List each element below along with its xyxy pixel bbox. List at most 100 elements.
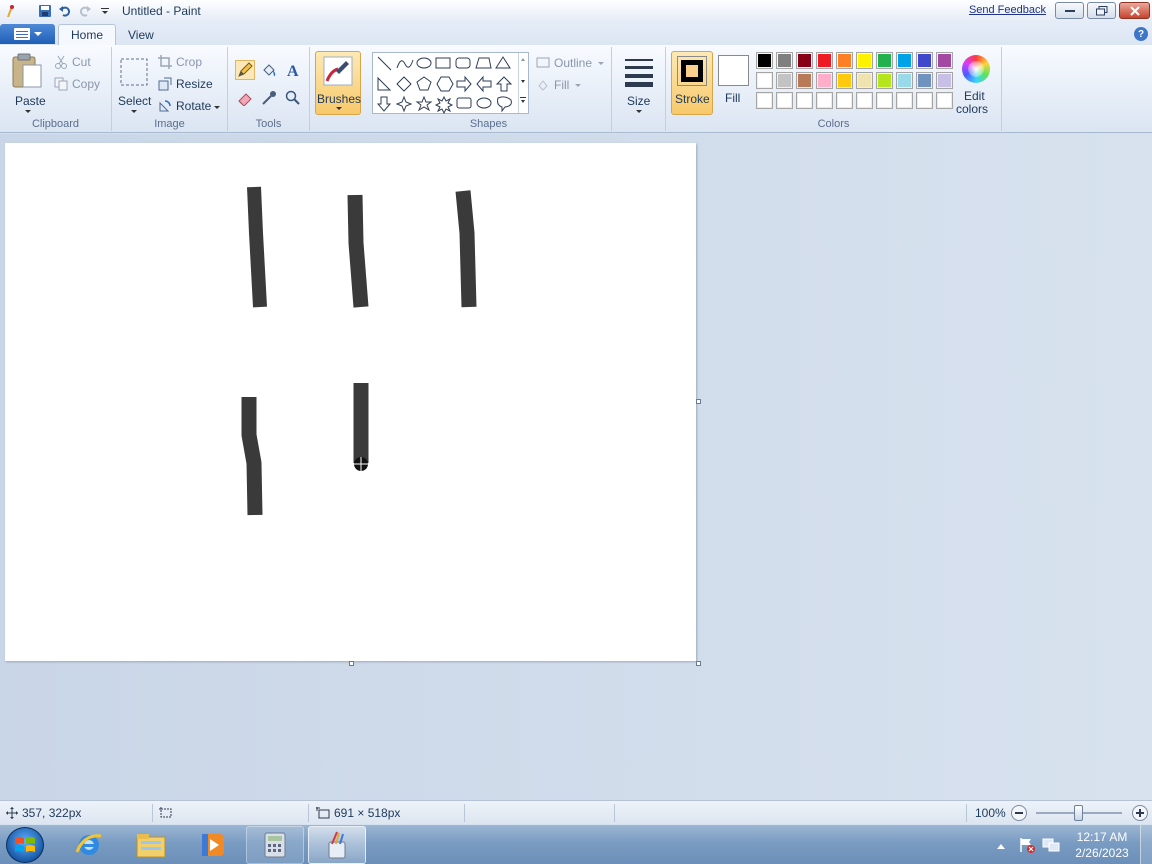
chevron-down-icon <box>575 84 581 87</box>
color-swatch[interactable] <box>896 92 913 109</box>
title-bar: Untitled - Paint Send Feedback <box>0 0 1152 22</box>
color-swatch[interactable] <box>856 92 873 109</box>
copy-button[interactable]: Copy <box>54 76 104 94</box>
taskbar-paint[interactable] <box>308 826 366 864</box>
minimize-button[interactable] <box>1055 2 1084 19</box>
resize-handle-bottom[interactable] <box>349 661 354 666</box>
color-swatch[interactable] <box>876 72 893 89</box>
cut-button[interactable]: Cut <box>54 54 104 72</box>
eraser-tool[interactable] <box>235 88 255 108</box>
canvas-workspace[interactable] <box>0 134 1152 800</box>
zoom-slider-thumb[interactable] <box>1074 805 1083 821</box>
redo-icon[interactable] <box>76 2 94 20</box>
chevron-up-icon <box>997 844 1005 849</box>
fill-button[interactable]: Fill <box>536 77 596 95</box>
color-swatch[interactable] <box>756 92 773 109</box>
color-swatch[interactable] <box>916 72 933 89</box>
clock-date: 2/26/2023 <box>1075 846 1129 860</box>
taskbar-media-player[interactable] <box>184 826 242 864</box>
ribbon-tabs: Home View ? <box>0 22 1152 45</box>
stroke-label: Stroke <box>675 92 710 106</box>
color-swatch[interactable] <box>816 72 833 89</box>
close-button[interactable] <box>1119 2 1150 19</box>
color-swatch[interactable] <box>776 72 793 89</box>
zoom-in-button[interactable] <box>1132 805 1148 821</box>
tab-home[interactable]: Home <box>58 24 117 45</box>
color-swatch[interactable] <box>816 52 833 69</box>
drawn-stroke <box>247 186 267 308</box>
paste-button[interactable]: Paste <box>8 51 48 115</box>
color-swatch[interactable] <box>836 72 853 89</box>
size-group: Size <box>612 47 666 131</box>
start-button[interactable] <box>6 827 44 863</box>
shapes-scroll[interactable] <box>518 53 528 113</box>
crop-button[interactable]: Crop <box>158 54 218 72</box>
colors-group-label: Colors <box>817 118 850 130</box>
color-swatch[interactable] <box>776 92 793 109</box>
undo-icon[interactable] <box>56 2 74 20</box>
resize-handle-right[interactable] <box>696 399 701 404</box>
colors-group: Stroke Fill Edit colors Colors <box>666 47 1002 131</box>
show-desktop-button[interactable] <box>1140 825 1152 864</box>
paint-app-icon[interactable] <box>2 2 20 20</box>
taskbar-calculator[interactable] <box>246 826 304 864</box>
tab-view[interactable]: View <box>116 24 166 45</box>
color-swatch[interactable] <box>796 72 813 89</box>
drawing-canvas[interactable] <box>5 143 696 661</box>
rotate-button[interactable]: Rotate <box>158 98 224 116</box>
color-swatch[interactable] <box>756 52 773 69</box>
paint-menu-button[interactable] <box>0 24 55 44</box>
help-icon[interactable]: ? <box>1134 27 1148 41</box>
shapes-gallery[interactable] <box>372 52 529 114</box>
fill-tool[interactable] <box>259 60 279 80</box>
stroke-color-swatch <box>677 56 707 86</box>
color-swatch[interactable] <box>776 52 793 69</box>
save-icon[interactable] <box>36 2 54 20</box>
show-hidden-icons[interactable] <box>996 839 1008 851</box>
color-swatch[interactable] <box>856 52 873 69</box>
color-swatch[interactable] <box>876 92 893 109</box>
edit-colors-button[interactable]: Edit colors <box>954 51 998 116</box>
color-picker-tool[interactable] <box>259 88 279 108</box>
color-swatch[interactable] <box>916 52 933 69</box>
restore-button[interactable] <box>1087 2 1116 19</box>
color-swatch[interactable] <box>896 72 913 89</box>
color-swatch[interactable] <box>816 92 833 109</box>
select-icon <box>120 58 148 86</box>
zoom-out-button[interactable] <box>1011 805 1027 821</box>
action-center-icon[interactable] <box>1018 837 1036 853</box>
color-swatch[interactable] <box>876 52 893 69</box>
color-swatch[interactable] <box>836 52 853 69</box>
fill-color-button[interactable]: Fill <box>716 51 752 115</box>
brushes-button[interactable]: Brushes <box>315 51 361 115</box>
clock[interactable]: 12:17 AM 2/26/2023 <box>1066 829 1138 861</box>
taskbar-internet-explorer[interactable] <box>60 826 118 864</box>
send-feedback-link[interactable]: Send Feedback <box>969 4 1046 16</box>
zoom-slider[interactable] <box>1036 805 1122 821</box>
color-swatch[interactable] <box>836 92 853 109</box>
selection-icon <box>159 807 172 818</box>
text-tool[interactable]: A <box>283 60 303 80</box>
taskbar: 12:17 AM 2/26/2023 <box>0 824 1152 864</box>
color-swatch[interactable] <box>896 52 913 69</box>
outline-button[interactable]: Outline <box>536 55 606 73</box>
select-button[interactable]: Select <box>116 51 152 115</box>
resize-handle-corner[interactable] <box>696 661 701 666</box>
color-swatch[interactable] <box>936 52 953 69</box>
pencil-tool[interactable] <box>235 60 255 80</box>
color-swatch[interactable] <box>856 72 873 89</box>
taskbar-explorer[interactable] <box>122 826 180 864</box>
color-swatch[interactable] <box>936 92 953 109</box>
stroke-color-button[interactable]: Stroke <box>671 51 713 115</box>
size-button[interactable]: Size <box>620 51 658 115</box>
chevron-down-icon <box>33 32 42 36</box>
resize-button[interactable]: Resize <box>158 76 224 94</box>
color-swatch[interactable] <box>936 72 953 89</box>
network-icon[interactable] <box>1042 837 1060 853</box>
color-swatch[interactable] <box>796 92 813 109</box>
customize-quick-access-icon[interactable] <box>96 2 114 20</box>
color-swatch[interactable] <box>756 72 773 89</box>
color-swatch[interactable] <box>916 92 933 109</box>
magnifier-tool[interactable] <box>283 88 303 108</box>
color-swatch[interactable] <box>796 52 813 69</box>
